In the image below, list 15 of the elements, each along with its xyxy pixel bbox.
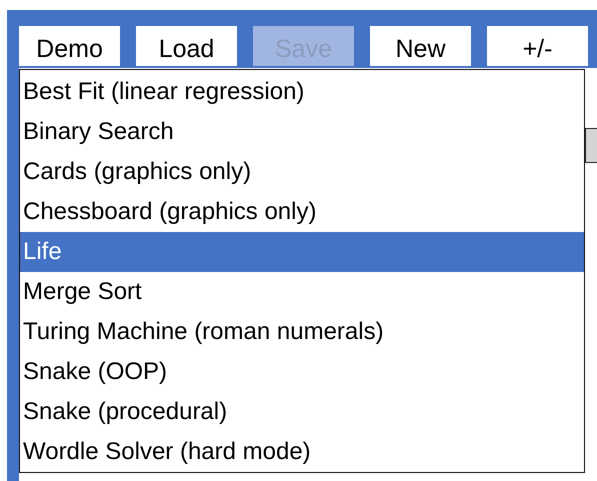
toolbar-button[interactable]: Load <box>136 26 237 66</box>
menu-item[interactable]: Wordle Solver (hard mode) <box>20 432 584 472</box>
menu-item[interactable]: Life <box>20 232 584 272</box>
partial-field <box>585 128 597 163</box>
menu-item[interactable]: Chessboard (graphics only) <box>20 192 584 232</box>
menu-item[interactable]: Best Fit (linear regression) <box>20 72 584 112</box>
toolbar-button[interactable]: Demo <box>19 26 120 66</box>
menu-item[interactable]: Cards (graphics only) <box>20 152 584 192</box>
toolbar-button[interactable]: New <box>370 26 471 66</box>
menu-item[interactable]: Turing Machine (roman numerals) <box>20 312 584 352</box>
menu-item[interactable]: Merge Sort <box>20 272 584 312</box>
menu-item[interactable]: Snake (procedural) <box>20 392 584 432</box>
menu-item[interactable]: Binary Search <box>20 112 584 152</box>
menu-item[interactable]: Snake (OOP) <box>20 352 584 392</box>
toolbar-button[interactable]: +/- <box>487 26 588 66</box>
